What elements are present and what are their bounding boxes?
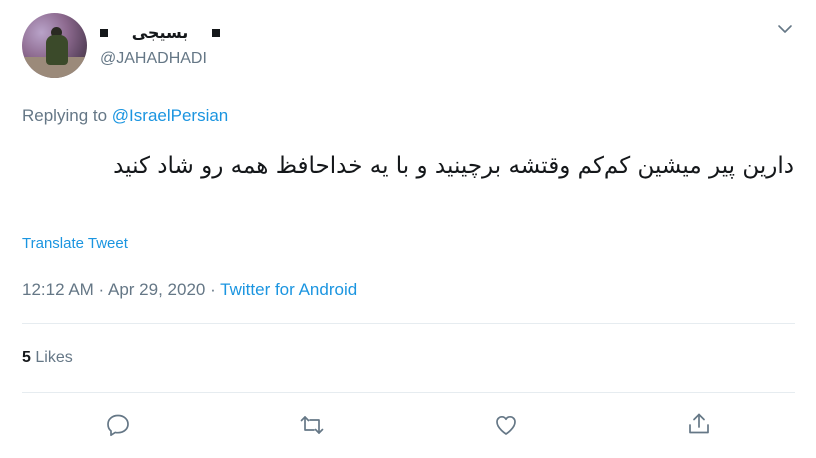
square-icon [211, 29, 220, 37]
replying-to: Replying to @IsraelPersian [22, 106, 228, 126]
meta-separator: · [93, 280, 108, 299]
tweet-time[interactable]: 12:12 AM [22, 280, 94, 299]
heart-icon[interactable] [493, 412, 519, 438]
replying-prefix: Replying to [22, 106, 108, 125]
display-name[interactable]: بسیجی [132, 23, 189, 43]
translate-tweet-link[interactable]: Translate Tweet [22, 235, 128, 252]
avatar-figure [46, 35, 68, 65]
user-handle[interactable]: @JAHADHADI [100, 50, 207, 68]
tweet-text: دارین پیر میشین کم‌کم وقتشه برچینید و با… [113, 153, 794, 179]
likes-count: 5 [22, 349, 31, 366]
divider [22, 392, 795, 393]
reply-icon[interactable] [105, 412, 131, 438]
square-icon [100, 29, 108, 37]
retweet-icon[interactable] [299, 412, 325, 438]
chevron-down-icon[interactable] [776, 20, 794, 38]
likes-label: Likes [35, 349, 73, 366]
replying-to-link[interactable]: @IsraelPersian [112, 106, 228, 125]
likes-stat[interactable]: 5 Likes [22, 349, 73, 367]
divider [22, 323, 795, 324]
tweet-source-link[interactable]: Twitter for Android [220, 280, 357, 299]
avatar[interactable] [22, 13, 87, 78]
share-icon[interactable] [686, 411, 712, 437]
meta-separator: · [205, 280, 221, 299]
author-name-row[interactable]: بسیجی [100, 22, 220, 44]
tweet-date[interactable]: Apr 29, 2020 [108, 280, 205, 299]
tweet-meta: 12:12 AM · Apr 29, 2020 · Twitter for An… [22, 280, 357, 300]
